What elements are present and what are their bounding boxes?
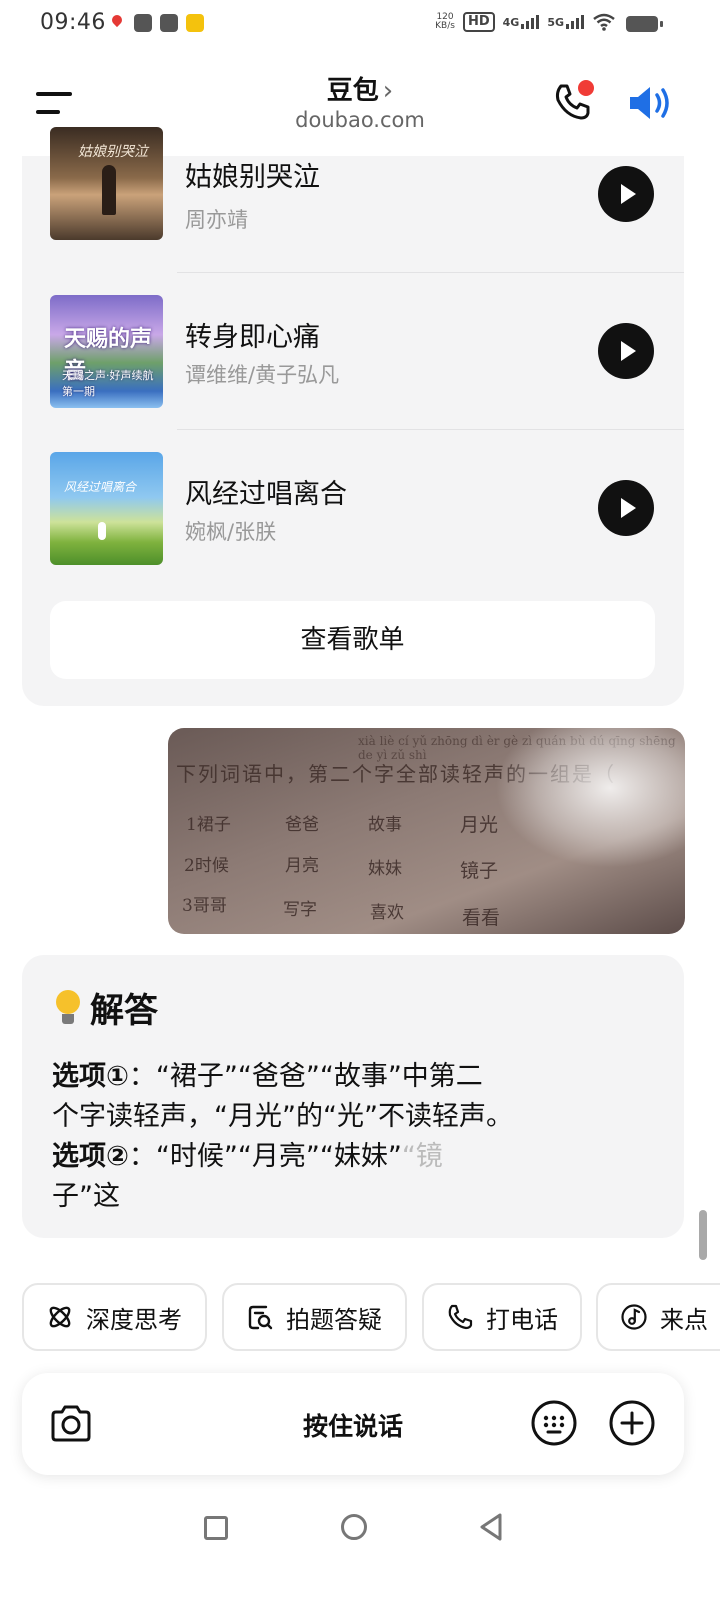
hold-to-talk-button[interactable]: 按住说话 [22, 1407, 684, 1443]
status-time: 09:46 [40, 10, 106, 35]
home-icon[interactable] [341, 1514, 367, 1540]
answer-line: 子”这 [52, 1181, 120, 1212]
notification-dot [578, 80, 594, 96]
plus-icon[interactable] [608, 1399, 656, 1447]
scrollbar[interactable] [699, 1210, 707, 1260]
atom-icon [49, 1306, 71, 1328]
chip-phone-call[interactable]: 打电话 [422, 1283, 582, 1351]
song-title: 姑娘别哭泣 [185, 162, 320, 193]
status-bar: 09:46 120 KB/s HD 4G 5G [0, 0, 720, 52]
wifi-icon [593, 13, 615, 31]
signal-5g-icon: 5G [547, 15, 584, 29]
album-cover: 天赐的声音 天赐之声·好声续航 第一期 [50, 295, 163, 408]
song-artist: 周亦靖 [185, 208, 248, 232]
song-title: 转身即心痛 [185, 322, 320, 353]
music-card: 姑娘别哭泣 姑娘别哭泣 周亦靖 天赐的声音 天赐之声·好声续航 第一期 转身即心… [22, 127, 684, 706]
view-playlist-button[interactable]: 查看歌单 [50, 601, 655, 679]
bot-title[interactable]: 豆包 › [0, 70, 720, 107]
answer-line: 选项①：“裙子”“爸爸”“故事”中第二 [52, 1061, 483, 1092]
answer-heading: 解答 [52, 983, 158, 1032]
scan-question-icon [248, 1305, 273, 1330]
uploaded-photo[interactable]: xià liè cí yǔ zhōng dì èr gè zì quán bù … [168, 728, 685, 934]
system-nav-bar [0, 1496, 720, 1556]
chip-photo-question[interactable]: 拍题答疑 [222, 1283, 407, 1351]
song-artist: 谭维维/黄子弘凡 [185, 363, 340, 387]
song-title: 风经过唱离合 [185, 479, 347, 510]
app-notification-icon [134, 14, 152, 32]
network-speed: 120 KB/s [435, 12, 455, 31]
input-bar: 按住说话 [22, 1373, 684, 1475]
signal-4g-icon: 4G [503, 15, 540, 29]
hd-voice-icon: HD [462, 12, 495, 32]
chip-music[interactable]: 来点 [596, 1283, 720, 1351]
answer-line: 选项②：“时候”“月亮”“妹妹”“镜 [52, 1141, 443, 1172]
lightbulb-icon [52, 988, 84, 1028]
song-item[interactable]: 风经过唱离合 风经过唱离合 婉枫/张朕 [22, 430, 684, 587]
play-button[interactable] [598, 166, 654, 222]
keyboard-icon[interactable] [530, 1399, 578, 1447]
app-yellow-notification-icon [186, 14, 204, 32]
recent-apps-icon[interactable] [204, 1516, 228, 1540]
location-pin-icon [108, 14, 126, 32]
media-notification-icon [160, 14, 178, 32]
answer-line: 个字读轻声，“月光”的“光”不读轻声。 [52, 1101, 513, 1132]
status-notification-icons [108, 14, 204, 32]
battery-icon [626, 16, 663, 32]
chip-deep-thinking[interactable]: 深度思考 [22, 1283, 207, 1351]
answer-card: 解答 选项①：“裙子”“爸爸”“故事”中第二 个字读轻声，“月光”的“光”不读轻… [22, 955, 684, 1238]
play-button[interactable] [598, 323, 654, 379]
music-note-icon [621, 1304, 647, 1330]
album-cover: 姑娘别哭泣 [50, 127, 163, 240]
song-artist: 婉枫/张朕 [185, 520, 277, 544]
play-button[interactable] [598, 480, 654, 536]
phone-icon [448, 1304, 473, 1330]
song-item[interactable]: 姑娘别哭泣 姑娘别哭泣 周亦靖 [22, 107, 684, 264]
chevron-right-icon: › [382, 76, 394, 106]
quick-action-chips: 深度思考 拍题答疑 打电话 来点 [22, 1283, 720, 1351]
song-item[interactable]: 天赐的声音 天赐之声·好声续航 第一期 转身即心痛 谭维维/黄子弘凡 [22, 273, 684, 430]
back-icon[interactable] [478, 1512, 504, 1542]
album-cover: 风经过唱离合 [50, 452, 163, 565]
